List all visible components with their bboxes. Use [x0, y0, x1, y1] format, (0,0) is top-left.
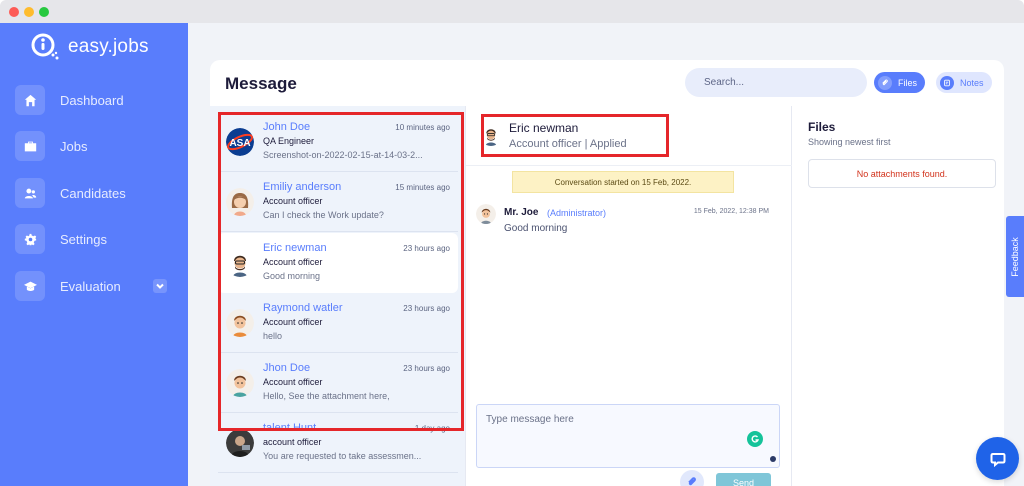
divider: [218, 472, 458, 473]
grammarly-icon[interactable]: [747, 431, 763, 447]
search-input[interactable]: [685, 68, 867, 97]
feedback-label: Feedback: [1010, 236, 1020, 277]
help-chat-button[interactable]: [976, 437, 1019, 480]
minimize-window-dot[interactable]: [24, 7, 34, 17]
users-icon: [15, 178, 45, 208]
sidebar-item-label: Jobs: [60, 138, 88, 154]
page-title: Message: [225, 74, 297, 93]
conversation-role: account officer: [263, 437, 322, 447]
highlight-box-conversation-list: [218, 112, 464, 431]
sidebar: easy.jobs Dashboard Jobs Candidates Sett…: [0, 23, 188, 486]
paperclip-icon: [878, 75, 892, 90]
sidebar-item-candidates[interactable]: Candidates: [15, 178, 175, 208]
files-button-label: Files: [898, 77, 918, 88]
feedback-tab[interactable]: Feedback: [1006, 216, 1024, 297]
sidebar-item-dashboard[interactable]: Dashboard: [15, 85, 175, 115]
sidebar-item-label: Evaluation: [60, 278, 121, 294]
chat-panel: Eric newman Account officer | Applied Co…: [466, 106, 792, 486]
close-window-dot[interactable]: [9, 7, 19, 17]
sidebar-item-label: Candidates: [60, 185, 126, 201]
app-logo[interactable]: easy.jobs: [30, 33, 149, 61]
briefcase-icon: [15, 131, 45, 161]
message-composer: [476, 404, 780, 468]
message-time: 15 Feb, 2022, 12:38 PM: [693, 208, 769, 215]
sidebar-item-label: Dashboard: [60, 92, 124, 108]
avatar: [476, 204, 496, 224]
chat-bubble-icon: [990, 452, 1005, 467]
files-button[interactable]: Files: [874, 72, 926, 93]
app-name: easy.jobs: [68, 36, 149, 57]
highlight-box-chat-header: [481, 114, 669, 157]
status-dot: [770, 456, 776, 462]
avatar: [226, 429, 254, 457]
logo-icon: [31, 33, 59, 60]
attach-file-button[interactable]: [680, 470, 704, 486]
message-header: Message Files Notes: [210, 60, 1004, 106]
files-panel: Files Showing newest first No attachment…: [792, 106, 1004, 486]
notes-button[interactable]: Notes: [936, 72, 992, 93]
home-icon: [15, 85, 45, 115]
send-button[interactable]: Send: [716, 473, 771, 486]
sidebar-item-evaluation[interactable]: Evaluation: [15, 271, 175, 301]
gear-icon: [15, 224, 45, 254]
window-titlebar: [0, 0, 1024, 23]
graduation-cap-icon: [15, 271, 45, 301]
notes-button-label: Notes: [960, 77, 984, 88]
message-text: Good morning: [504, 223, 568, 234]
sidebar-item-jobs[interactable]: Jobs: [15, 131, 175, 161]
chevron-down-icon[interactable]: [153, 279, 167, 293]
note-icon: [940, 75, 954, 90]
no-attachments-message: No attachments found.: [808, 159, 996, 188]
sidebar-item-settings[interactable]: Settings: [15, 224, 175, 254]
maximize-window-dot[interactable]: [39, 7, 49, 17]
message-sender-role: (Administrator): [547, 208, 607, 218]
files-title: Files: [808, 120, 836, 134]
files-subtitle: Showing newest first: [808, 137, 891, 147]
sidebar-item-label: Settings: [60, 231, 107, 247]
conversation-preview: You are requested to take assessmen...: [263, 451, 422, 461]
message-input[interactable]: [477, 405, 779, 467]
message-sender: Mr. Joe: [504, 207, 539, 218]
paperclip-icon: [688, 477, 696, 486]
conversation-started-notice: Conversation started on 15 Feb, 2022.: [512, 171, 734, 193]
